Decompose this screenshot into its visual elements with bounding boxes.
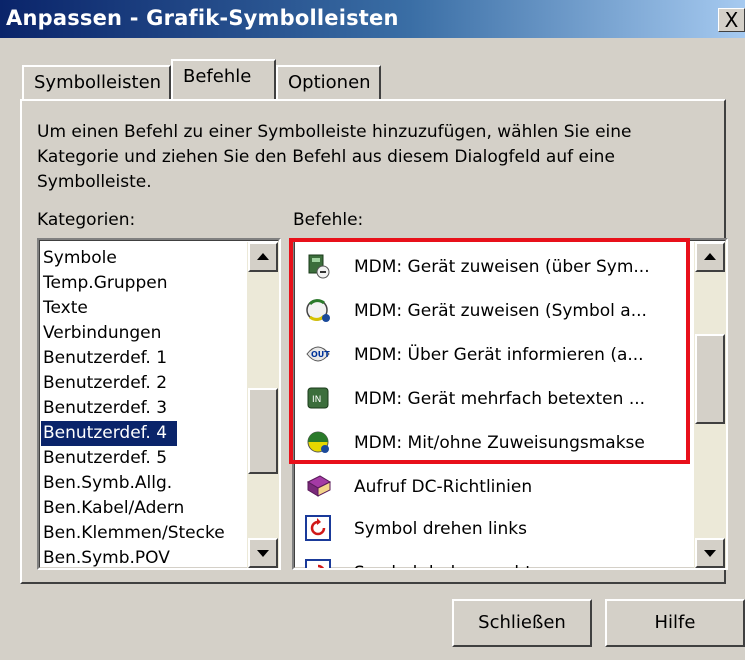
scroll-thumb[interactable]	[248, 388, 278, 474]
tab-befehle[interactable]: Befehle	[171, 59, 276, 99]
commands-label: Befehle:	[293, 210, 364, 230]
help-button[interactable]: Hilfe	[605, 599, 745, 647]
command-label: Symbol drehen links	[354, 519, 527, 539]
category-item[interactable]: Ben.Kabel/Adern	[43, 496, 184, 521]
category-item[interactable]: Ben.Symb.POV	[43, 546, 170, 568]
scroll-thumb[interactable]	[695, 334, 725, 424]
category-item-selected[interactable]: Benutzerdef. 4	[41, 421, 178, 446]
scroll-down-button[interactable]	[248, 538, 278, 568]
window-title: Anpassen - Grafik-Symbolleisten	[6, 6, 399, 30]
annotation-highlight-box	[289, 238, 690, 464]
arrow-up-icon	[704, 253, 716, 260]
scroll-up-button[interactable]	[695, 242, 725, 272]
book-icon	[306, 475, 332, 497]
scroll-up-button[interactable]	[248, 242, 278, 272]
category-item[interactable]: Ben.Klemmen/Stecke	[43, 521, 225, 546]
arrow-up-icon	[257, 253, 269, 260]
category-item[interactable]: Ben.Symb.Allg.	[43, 471, 172, 496]
category-item[interactable]: Benutzerdef. 2	[43, 371, 167, 396]
categories-label: Kategorien:	[37, 210, 136, 230]
category-item[interactable]: Texte	[43, 296, 88, 321]
commands-scrollbar[interactable]	[694, 242, 726, 568]
command-item[interactable]: Aufruf DC-Richtlinien	[300, 466, 690, 508]
categories-scrollbar[interactable]	[247, 242, 279, 568]
rotate-left-icon	[305, 515, 331, 541]
command-label: Aufruf DC-Richtlinien	[354, 477, 533, 497]
command-label: Symbol drehen rechts	[354, 552, 541, 568]
close-button[interactable]: Schließen	[452, 599, 592, 647]
tab-optionen[interactable]: Optionen	[276, 65, 381, 99]
rotate-right-icon	[305, 559, 331, 568]
command-item[interactable]: Symbol drehen rechts	[300, 552, 690, 568]
category-item[interactable]: Benutzerdef. 1	[43, 346, 167, 371]
tab-symbolleisten[interactable]: Symbolleisten	[22, 65, 171, 99]
category-item[interactable]: Symbole	[43, 246, 117, 271]
scroll-down-button[interactable]	[695, 538, 725, 568]
category-item[interactable]: Verbindungen	[43, 321, 161, 346]
close-window-button[interactable]: X	[718, 8, 745, 32]
command-item[interactable]: Symbol drehen links	[300, 508, 690, 550]
arrow-down-icon	[704, 550, 716, 557]
category-item[interactable]: Temp.Gruppen	[43, 271, 167, 296]
description-text: Um einen Befehl zu einer Symbolleiste hi…	[37, 122, 632, 192]
arrow-down-icon	[257, 550, 269, 557]
category-item[interactable]: Benutzerdef. 5	[43, 446, 167, 471]
title-bar: Anpassen - Grafik-Symbolleisten X	[0, 0, 745, 38]
categories-listbox[interactable]: Symbole Temp.Gruppen Texte Verbindungen …	[37, 238, 281, 570]
category-item[interactable]: Benutzerdef. 3	[43, 396, 167, 421]
